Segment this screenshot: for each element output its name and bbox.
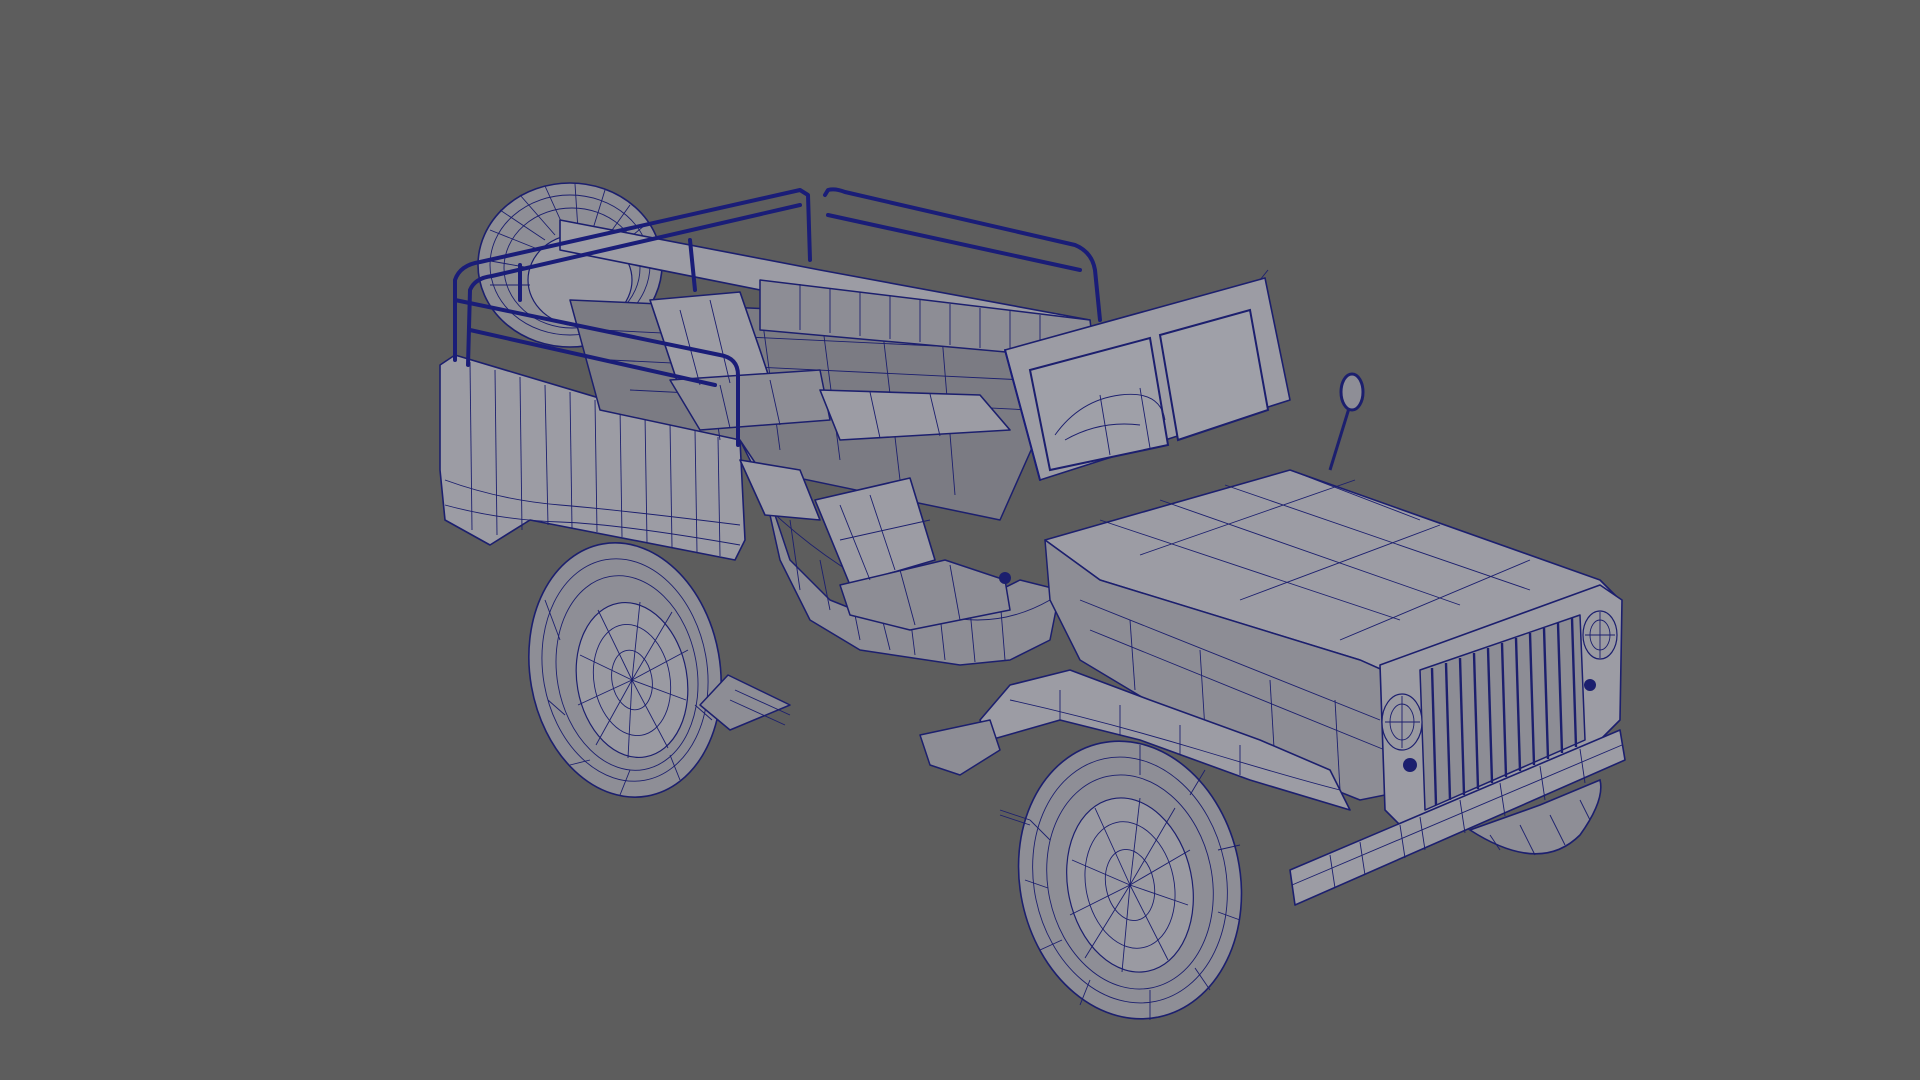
jeep-model[interactable] bbox=[0, 0, 1920, 1080]
left-headlight bbox=[1381, 693, 1423, 751]
right-headlight bbox=[1582, 610, 1618, 660]
rear-right-wheel bbox=[528, 542, 722, 798]
steering-column bbox=[999, 572, 1011, 584]
left-turn-signal bbox=[1403, 758, 1417, 772]
side-mirror bbox=[1328, 372, 1365, 471]
right-turn-signal bbox=[1584, 679, 1596, 691]
3d-viewport[interactable] bbox=[0, 0, 1920, 1080]
windshield bbox=[1004, 269, 1291, 481]
